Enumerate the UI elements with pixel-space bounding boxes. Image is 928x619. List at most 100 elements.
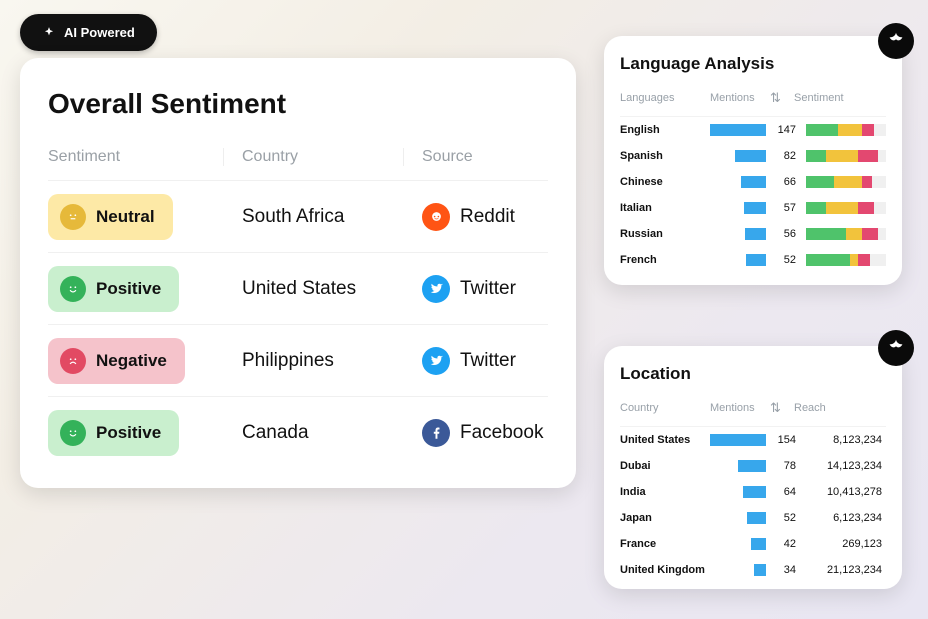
- country-name: United States: [620, 434, 710, 446]
- source-label: Twitter: [460, 278, 516, 300]
- country-cell: Canada: [224, 422, 404, 444]
- language-column-headers: Languages Mentions ⇅ Sentiment: [620, 86, 886, 117]
- sprout-logo-icon: [878, 23, 914, 59]
- sentiment-row[interactable]: Neutral South Africa Reddit: [48, 180, 548, 252]
- ai-powered-label: AI Powered: [64, 25, 135, 40]
- language-name: French: [620, 254, 710, 266]
- sentiment-row[interactable]: Negative Philippines Twitter: [48, 324, 548, 396]
- mentions-count: 147: [766, 124, 796, 136]
- mentions-count: 56: [766, 228, 796, 240]
- mentions-bar: [754, 564, 766, 576]
- source-label: Reddit: [460, 206, 515, 228]
- country-name: India: [620, 486, 710, 498]
- sprout-logo-icon: [878, 330, 914, 366]
- twitter-icon: [422, 347, 450, 375]
- country-name: Japan: [620, 512, 710, 524]
- mentions-count: 34: [766, 564, 796, 576]
- country-cell: Philippines: [224, 350, 404, 372]
- mentions-count: 57: [766, 202, 796, 214]
- language-name: Chinese: [620, 176, 710, 188]
- mentions-count: 154: [766, 434, 796, 446]
- language-name: Spanish: [620, 150, 710, 162]
- sentiment-chip: Positive: [48, 410, 179, 456]
- country-name: France: [620, 538, 710, 550]
- sentiment-column-headers: Sentiment Country Source: [48, 148, 548, 180]
- mentions-count: 52: [766, 254, 796, 266]
- facebook-icon: [422, 419, 450, 447]
- sentiment-bar: [806, 254, 886, 266]
- mentions-bar: [747, 512, 766, 524]
- language-row[interactable]: Italian 57: [620, 195, 886, 221]
- sentiment-row[interactable]: Positive United States Twitter: [48, 252, 548, 324]
- sentiment-bar: [806, 228, 886, 240]
- positive-face-icon: [60, 276, 86, 302]
- mentions-bar: [746, 254, 766, 266]
- mentions-bar: [710, 124, 766, 136]
- location-row[interactable]: France 42 269,123: [620, 531, 886, 557]
- location-row[interactable]: United States 154 8,123,234: [620, 427, 886, 453]
- header-sentiment: Sentiment: [48, 148, 224, 166]
- mentions-bar: [738, 460, 766, 472]
- reddit-icon: [422, 203, 450, 231]
- sparkle-icon: [42, 26, 56, 40]
- source-label: Twitter: [460, 350, 516, 372]
- language-row[interactable]: English 147: [620, 117, 886, 143]
- neutral-face-icon: [60, 204, 86, 230]
- sentiment-label: Negative: [96, 351, 167, 371]
- mentions-bar: [741, 176, 766, 188]
- country-name: United Kingdom: [620, 564, 710, 576]
- sentiment-chip: Positive: [48, 266, 179, 312]
- mentions-bar: [744, 202, 766, 214]
- overall-sentiment-title: Overall Sentiment: [48, 88, 548, 120]
- header-mentions: Mentions: [710, 402, 770, 414]
- sentiment-bar: [806, 202, 886, 214]
- mentions-count: 64: [766, 486, 796, 498]
- location-column-headers: Country Mentions ⇅ Reach: [620, 396, 886, 427]
- language-analysis-card: Language Analysis Languages Mentions ⇅ S…: [604, 36, 902, 285]
- sentiment-bar: [806, 124, 886, 136]
- mentions-count: 66: [766, 176, 796, 188]
- sort-icon[interactable]: ⇅: [770, 90, 794, 106]
- header-source: Source: [404, 148, 548, 166]
- language-row[interactable]: Spanish 82: [620, 143, 886, 169]
- reach-value: 14,123,234: [796, 460, 886, 472]
- mentions-bar: [710, 434, 766, 446]
- sentiment-bar: [806, 150, 886, 162]
- language-row[interactable]: French 52: [620, 247, 886, 273]
- location-row[interactable]: Dubai 78 14,123,234: [620, 453, 886, 479]
- sentiment-label: Positive: [96, 279, 161, 299]
- header-country: Country: [224, 148, 404, 166]
- country-cell: South Africa: [224, 206, 404, 228]
- reach-value: 269,123: [796, 538, 886, 550]
- sentiment-chip: Neutral: [48, 194, 173, 240]
- mentions-count: 42: [766, 538, 796, 550]
- sort-icon[interactable]: ⇅: [770, 400, 794, 416]
- overall-sentiment-card: Overall Sentiment Sentiment Country Sour…: [20, 58, 576, 488]
- mentions-bar: [743, 486, 766, 498]
- positive-face-icon: [60, 420, 86, 446]
- sentiment-label: Positive: [96, 423, 161, 443]
- mentions-bar: [735, 150, 766, 162]
- language-row[interactable]: Chinese 66: [620, 169, 886, 195]
- language-analysis-title: Language Analysis: [620, 54, 886, 74]
- mentions-bar: [745, 228, 766, 240]
- location-row[interactable]: India 64 10,413,278: [620, 479, 886, 505]
- location-card: Location Country Mentions ⇅ Reach United…: [604, 346, 902, 589]
- header-mentions: Mentions: [710, 92, 770, 104]
- sentiment-row[interactable]: Positive Canada Facebook: [48, 396, 548, 468]
- source-label: Facebook: [460, 422, 543, 444]
- header-languages: Languages: [620, 92, 710, 104]
- reach-value: 8,123,234: [796, 434, 886, 446]
- location-row[interactable]: Japan 52 6,123,234: [620, 505, 886, 531]
- reach-value: 10,413,278: [796, 486, 886, 498]
- header-sentiment: Sentiment: [794, 92, 886, 104]
- ai-powered-badge: AI Powered: [20, 14, 157, 51]
- language-name: English: [620, 124, 710, 136]
- location-title: Location: [620, 364, 886, 384]
- mentions-bar: [751, 538, 766, 550]
- mentions-count: 78: [766, 460, 796, 472]
- negative-face-icon: [60, 348, 86, 374]
- header-country: Country: [620, 402, 710, 414]
- location-row[interactable]: United Kingdom 34 21,123,234: [620, 557, 886, 583]
- language-row[interactable]: Russian 56: [620, 221, 886, 247]
